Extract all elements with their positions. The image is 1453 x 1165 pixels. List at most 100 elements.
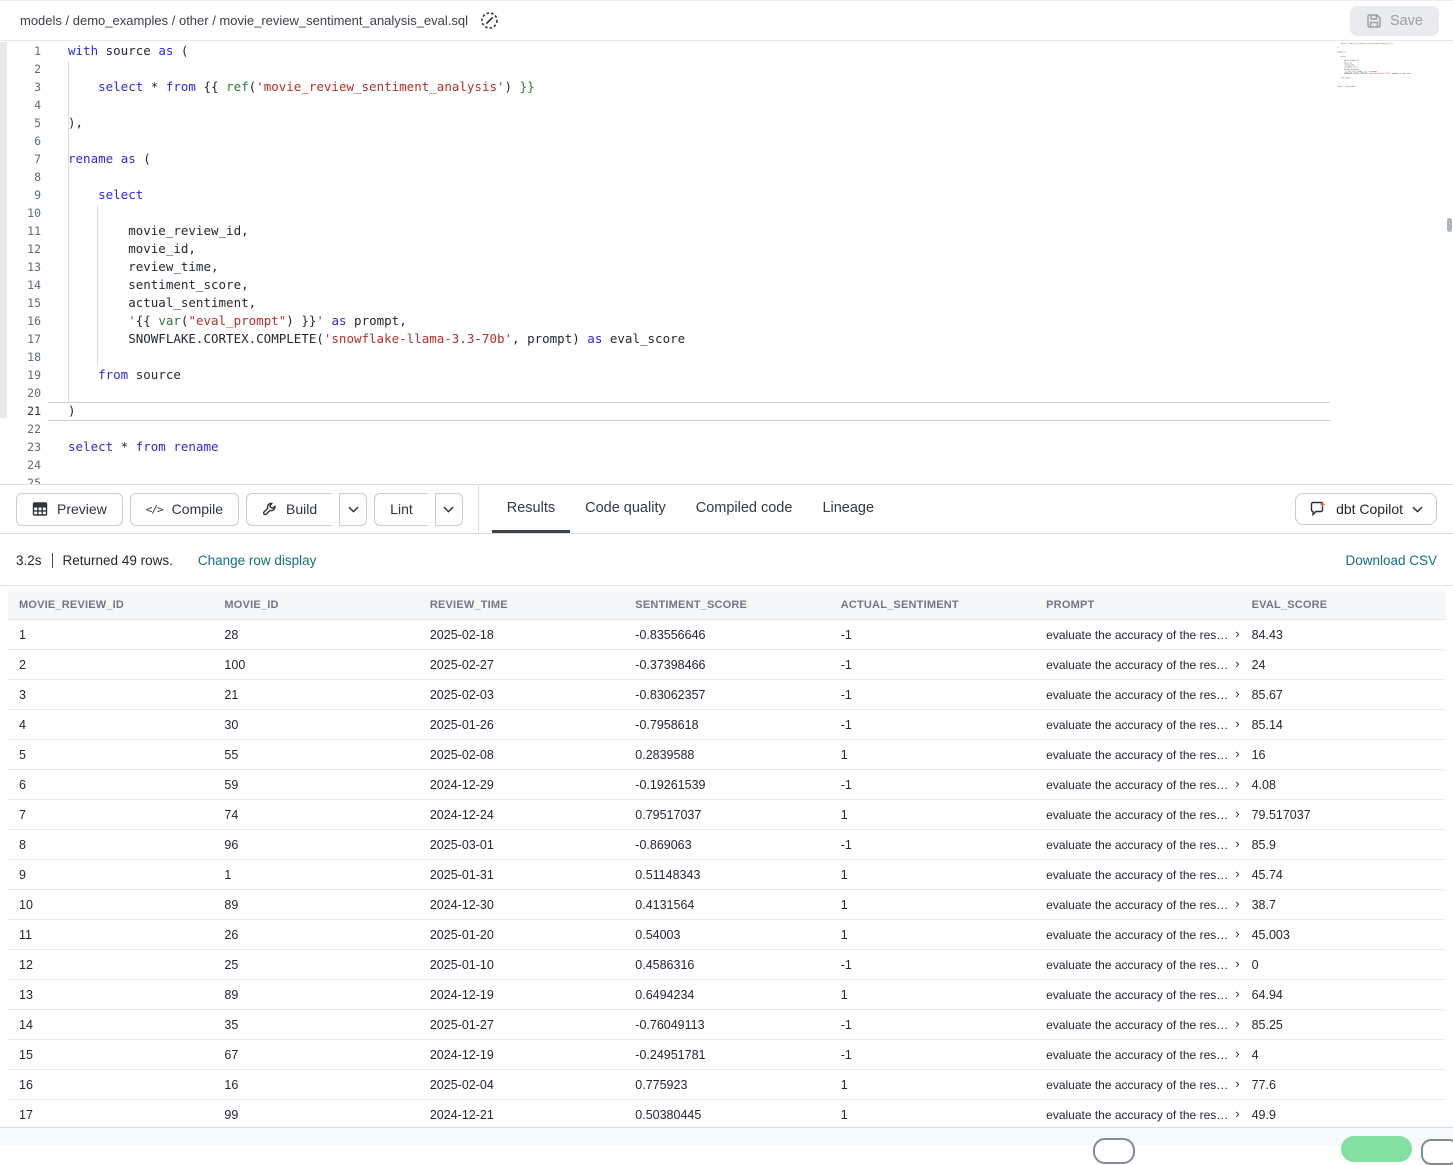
- sql-code-editor[interactable]: 1234567891011121314151617181920212223242…: [0, 42, 1453, 484]
- dbt-copilot-button[interactable]: dbt Copilot: [1295, 493, 1437, 525]
- table-cell: 1: [830, 748, 1035, 762]
- table-cell: 11: [8, 928, 213, 942]
- table-cell: 8: [8, 838, 213, 852]
- table-cell: 2025-01-10: [419, 958, 624, 972]
- table-row: 21002025-02-27-0.37398466-1evaluate the …: [8, 650, 1446, 680]
- prompt-cell: evaluate the accuracy of the res…›: [1035, 687, 1240, 702]
- prompt-preview-text: evaluate the accuracy of the res…: [1046, 988, 1228, 1002]
- prompt-preview-text: evaluate the accuracy of the res…: [1046, 778, 1228, 792]
- column-header[interactable]: MOVIE_ID: [213, 599, 418, 611]
- table-cell: 2025-03-01: [419, 838, 624, 852]
- column-header[interactable]: REVIEW_TIME: [419, 599, 624, 611]
- table-cell: 89: [213, 898, 418, 912]
- table-cell: 84.43: [1241, 628, 1446, 642]
- prompt-expand-icon[interactable]: ›: [1235, 747, 1239, 761]
- prompt-expand-icon[interactable]: ›: [1235, 987, 1239, 1001]
- prompt-expand-icon[interactable]: ›: [1235, 867, 1239, 881]
- table-cell: 55: [213, 748, 418, 762]
- table-cell: -0.83062357: [624, 688, 829, 702]
- editor-scrollbar-thumb[interactable]: [1447, 218, 1452, 232]
- column-header[interactable]: MOVIE_REVIEW_ID: [8, 599, 213, 611]
- prompt-expand-icon[interactable]: ›: [1235, 1107, 1239, 1121]
- editor-minimap[interactable]: with source as ( select * from {{ ref('m…: [1337, 42, 1450, 96]
- clipped-bottom-button[interactable]: [1421, 1139, 1453, 1165]
- minimap-content: with source as ( select * from {{ ref('m…: [1337, 42, 1351, 92]
- save-button[interactable]: Save: [1350, 6, 1439, 36]
- table-cell: -0.19261539: [624, 778, 829, 792]
- table-cell: 99: [213, 1108, 418, 1122]
- prompt-expand-icon[interactable]: ›: [1235, 1077, 1239, 1091]
- file-action-button[interactable]: [478, 10, 500, 32]
- table-cell: 21: [213, 688, 418, 702]
- chevron-down-icon: [1412, 506, 1423, 513]
- prompt-expand-icon[interactable]: ›: [1235, 807, 1239, 821]
- table-cell: 24: [1241, 658, 1446, 672]
- table-horizontal-scrollbar[interactable]: [0, 1127, 1453, 1145]
- prompt-preview-text: evaluate the accuracy of the res…: [1046, 808, 1228, 822]
- table-cell: 2024-12-21: [419, 1108, 624, 1122]
- wrench-icon: [262, 502, 277, 517]
- build-button-group: Build: [246, 493, 367, 526]
- table-cell: 67: [213, 1048, 418, 1062]
- prompt-expand-icon[interactable]: ›: [1235, 687, 1239, 701]
- table-row: 4302025-01-26-0.7958618-1evaluate the ac…: [8, 710, 1446, 740]
- prompt-expand-icon[interactable]: ›: [1235, 1047, 1239, 1061]
- table-cell: -1: [830, 658, 1035, 672]
- column-header[interactable]: PROMPT: [1035, 599, 1240, 611]
- build-button[interactable]: Build: [246, 493, 332, 526]
- table-cell: 1: [830, 898, 1035, 912]
- prompt-expand-icon[interactable]: ›: [1235, 627, 1239, 641]
- results-tabs: Results Code quality Compiled code Linea…: [492, 485, 889, 533]
- column-header[interactable]: EVAL_SCORE: [1241, 599, 1446, 611]
- table-row: 6592024-12-29-0.19261539-1evaluate the a…: [8, 770, 1446, 800]
- table-cell: 2025-01-20: [419, 928, 624, 942]
- column-header[interactable]: SENTIMENT_SCORE: [624, 599, 829, 611]
- lint-button[interactable]: Lint: [374, 493, 428, 526]
- prompt-preview-text: evaluate the accuracy of the res…: [1046, 928, 1228, 942]
- prompt-expand-icon[interactable]: ›: [1235, 957, 1239, 971]
- table-cell: 0.775923: [624, 1078, 829, 1092]
- tab-results[interactable]: Results: [492, 485, 570, 533]
- column-header[interactable]: ACTUAL_SENTIMENT: [830, 599, 1035, 611]
- table-cell: 0.50380445: [624, 1108, 829, 1122]
- table-cell: -0.83556646: [624, 628, 829, 642]
- table-cell: 74: [213, 808, 418, 822]
- prompt-expand-icon[interactable]: ›: [1235, 897, 1239, 911]
- download-csv-link[interactable]: Download CSV: [1345, 553, 1437, 568]
- prompt-preview-text: evaluate the accuracy of the res…: [1046, 958, 1228, 972]
- table-cell: 2024-12-29: [419, 778, 624, 792]
- prompt-expand-icon[interactable]: ›: [1235, 657, 1239, 671]
- lint-dropdown-button[interactable]: [435, 493, 463, 526]
- build-dropdown-button[interactable]: [339, 493, 367, 526]
- prompt-expand-icon[interactable]: ›: [1235, 777, 1239, 791]
- prompt-cell: evaluate the accuracy of the res… ›: [1035, 777, 1240, 792]
- code-content[interactable]: with source as ( select * from {{ ref('m…: [68, 42, 685, 484]
- table-cell: 13: [8, 988, 213, 1002]
- table-cell: -1: [830, 958, 1035, 972]
- prompt-expand-icon[interactable]: ›: [1235, 927, 1239, 941]
- preview-button[interactable]: Preview: [16, 493, 123, 526]
- table-row: 14352025-01-27-0.76049113-1evaluate the …: [8, 1010, 1446, 1040]
- table-cell: 85.14: [1241, 718, 1446, 732]
- tab-lineage[interactable]: Lineage: [807, 485, 889, 533]
- table-cell: 0: [1241, 958, 1446, 972]
- compile-button[interactable]: </> Compile: [130, 493, 239, 526]
- prompt-expand-icon[interactable]: ›: [1235, 717, 1239, 731]
- table-cell: 0.54003: [624, 928, 829, 942]
- preview-button-label: Preview: [57, 501, 107, 517]
- tab-code-quality[interactable]: Code quality: [570, 485, 681, 533]
- table-cell: 1: [830, 808, 1035, 822]
- clipped-green-pill-button[interactable]: [1341, 1136, 1412, 1162]
- tab-compiled-code[interactable]: Compiled code: [681, 485, 808, 533]
- table-cell: 16: [8, 1078, 213, 1092]
- prompt-expand-icon[interactable]: ›: [1235, 837, 1239, 851]
- change-row-display-link[interactable]: Change row display: [198, 553, 317, 568]
- clipped-bottom-button[interactable]: [1093, 1138, 1135, 1164]
- table-cell: 2024-12-19: [419, 988, 624, 1002]
- table-cell: 17: [8, 1108, 213, 1122]
- table-cell: 15: [8, 1048, 213, 1062]
- table-row: 10892024-12-300.41315641evaluate the acc…: [8, 890, 1446, 920]
- save-button-label: Save: [1390, 13, 1423, 29]
- prompt-cell: evaluate the accuracy of the res… ›: [1035, 957, 1240, 972]
- prompt-expand-icon[interactable]: ›: [1235, 1017, 1239, 1031]
